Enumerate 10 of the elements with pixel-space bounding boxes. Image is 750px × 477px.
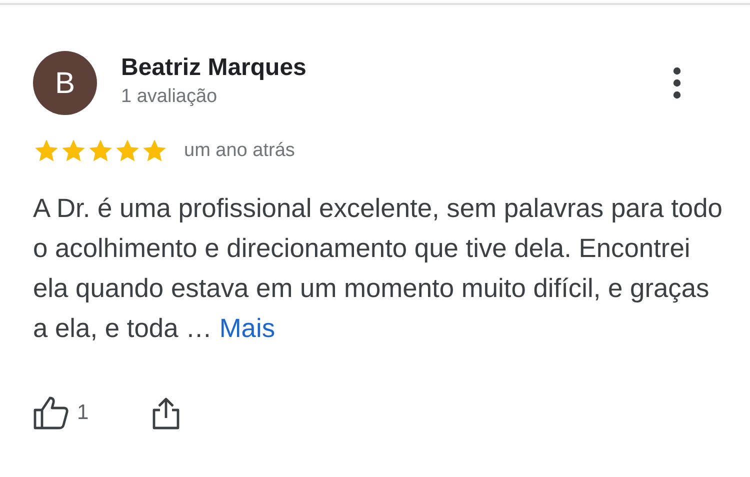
like-icon[interactable] bbox=[33, 396, 69, 430]
author-name: Beatriz Marques bbox=[121, 54, 308, 84]
avatar: B bbox=[33, 51, 97, 115]
review-time: um ano atrás bbox=[184, 139, 295, 163]
more-options-icon[interactable] bbox=[672, 66, 682, 100]
more-link[interactable]: Mais bbox=[219, 312, 276, 342]
review-text: A Dr. é uma profissional excelente, sem palavras para todo o acolhimento e direcionamento que tive dela. Encontrei ela quando estava em um momento muito difícil, e graças a ela, e toda … Mais bbox=[33, 192, 723, 344]
review-count: 1 avaliação bbox=[121, 85, 218, 110]
like-count: 1 bbox=[77, 400, 89, 426]
share-icon[interactable] bbox=[150, 396, 181, 430]
